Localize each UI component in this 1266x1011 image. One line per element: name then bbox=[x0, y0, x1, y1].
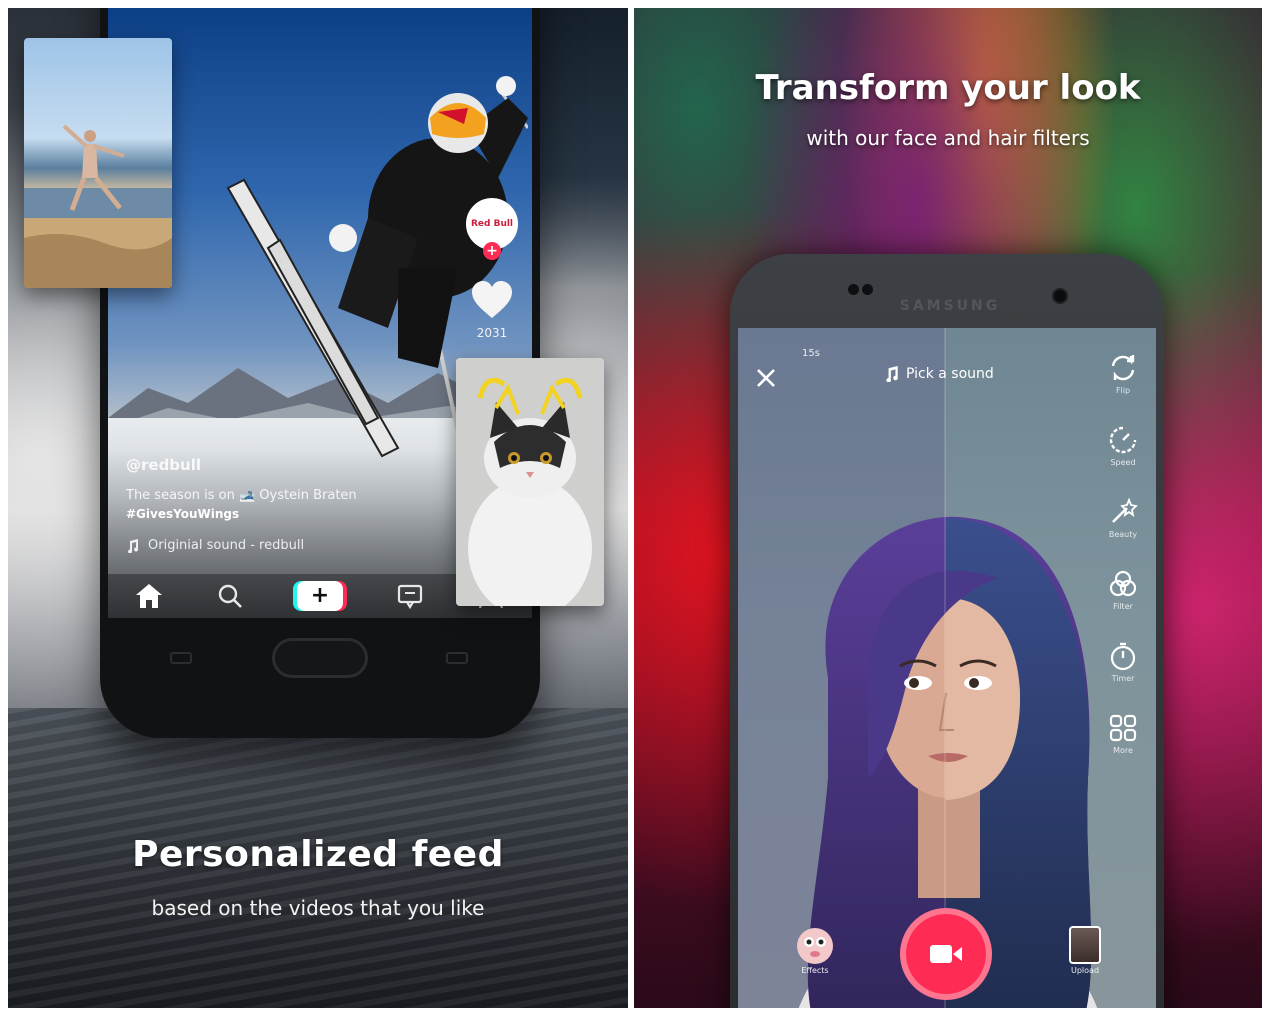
follow-plus-icon[interactable]: + bbox=[483, 242, 501, 260]
video-description: The season is on 🎿 Oystein Braten #Gives… bbox=[126, 486, 446, 524]
timer-tool[interactable]: Timer bbox=[1098, 640, 1148, 683]
avatar-brand-text: Red Bull bbox=[470, 219, 514, 229]
more-grid-icon bbox=[1109, 714, 1137, 742]
speed-tool[interactable]: Speed bbox=[1098, 424, 1148, 467]
timer-label: Timer bbox=[1111, 674, 1135, 683]
upload-thumbnail-icon bbox=[1069, 926, 1101, 964]
filter-icon bbox=[1109, 570, 1137, 597]
search-icon[interactable] bbox=[215, 581, 245, 611]
more-label: More bbox=[1113, 746, 1133, 755]
phone-speaker bbox=[848, 280, 878, 295]
flip-label: Flip bbox=[1115, 386, 1131, 395]
phone-brand: SAMSUNG bbox=[899, 298, 1001, 314]
camera-screen[interactable]: 15s Pick a sound Flip Speed Beauty Filte… bbox=[738, 328, 1156, 1008]
speed-label: Speed bbox=[1110, 458, 1136, 467]
create-video-button[interactable]: + bbox=[296, 581, 343, 611]
filters-subhead: with our face and hair filters bbox=[806, 126, 1090, 150]
like-count: 2031 bbox=[476, 326, 508, 340]
background-sky bbox=[528, 8, 628, 288]
home-icon[interactable] bbox=[134, 581, 164, 611]
music-note-icon bbox=[886, 366, 898, 382]
feed-headline: Personalized feed bbox=[132, 834, 504, 875]
heart-icon[interactable] bbox=[470, 280, 514, 320]
filters-panel: Transform your look with our face and ha… bbox=[634, 8, 1262, 1008]
yoga-figure-image bbox=[24, 124, 172, 288]
sound-name: Originial sound - redbull bbox=[148, 538, 305, 553]
effects-label: Effects bbox=[801, 966, 829, 975]
description-text: The season is on 🎿 Oystein Braten bbox=[126, 488, 357, 503]
close-icon[interactable] bbox=[752, 364, 780, 392]
personalized-feed-panel: Red Bull + 2031 @redbull The season is o… bbox=[8, 8, 628, 1008]
video-camera-icon bbox=[930, 945, 962, 963]
more-tool[interactable]: More bbox=[1098, 712, 1148, 755]
feed-subhead: based on the videos that you like bbox=[151, 896, 485, 920]
filters-headline: Transform your look bbox=[755, 68, 1141, 108]
recent-key-icon bbox=[446, 652, 468, 664]
pick-sound-label: Pick a sound bbox=[906, 366, 994, 382]
pick-sound-button[interactable]: Pick a sound bbox=[884, 366, 994, 382]
beauty-wand-icon bbox=[1112, 497, 1138, 523]
inbox-icon[interactable] bbox=[395, 581, 425, 611]
front-camera-icon bbox=[1052, 288, 1068, 304]
sound-row[interactable]: Originial sound - redbull bbox=[126, 538, 446, 553]
timer-icon bbox=[1110, 642, 1136, 671]
record-button[interactable] bbox=[900, 908, 992, 1000]
flip-tool[interactable]: Flip bbox=[1098, 352, 1148, 395]
beauty-tool[interactable]: Beauty bbox=[1098, 496, 1148, 539]
yoga-beach-thumbnail[interactable] bbox=[24, 38, 172, 288]
upload-button[interactable]: Upload bbox=[1060, 926, 1110, 975]
filter-tool[interactable]: Filter bbox=[1098, 568, 1148, 611]
creator-username[interactable]: @redbull bbox=[126, 456, 446, 474]
camera-phone: SAMSUNG 15s Pick a sound Flip Speed Beau… bbox=[730, 254, 1164, 1008]
filter-label: Filter bbox=[1113, 602, 1133, 611]
cat-filter-thumbnail[interactable] bbox=[456, 358, 604, 606]
music-note-icon bbox=[128, 538, 139, 553]
video-caption: @redbull The season is on 🎿 Oystein Brat… bbox=[126, 456, 446, 553]
flip-icon bbox=[1111, 355, 1135, 381]
hashtag-link[interactable]: #GivesYouWings bbox=[126, 505, 446, 524]
upload-label: Upload bbox=[1070, 966, 1100, 975]
speed-icon bbox=[1109, 426, 1137, 454]
cat-image bbox=[456, 358, 604, 606]
phone-home-button bbox=[272, 638, 368, 678]
effects-face-icon bbox=[797, 928, 833, 964]
beauty-label: Beauty bbox=[1108, 530, 1138, 539]
effects-button[interactable]: Effects bbox=[790, 928, 840, 975]
duration-label[interactable]: 15s bbox=[802, 348, 820, 359]
before-after-divider[interactable] bbox=[944, 328, 946, 1008]
camera-top-bar: 15s Pick a sound bbox=[738, 340, 1156, 400]
back-key-icon bbox=[170, 652, 192, 664]
